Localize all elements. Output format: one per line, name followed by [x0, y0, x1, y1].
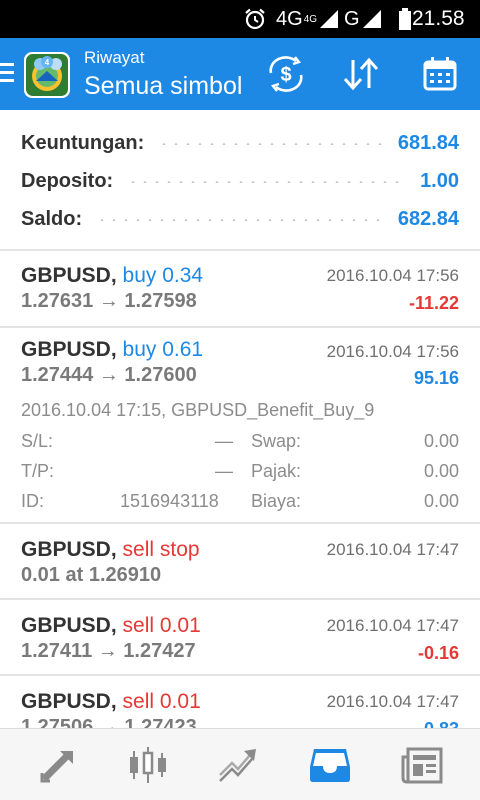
summary-value: 681.84 [397, 131, 459, 154]
trade-title: GBPUSD, sell 0.01 [21, 690, 201, 714]
trade-title: GBPUSD, sell stop [21, 538, 200, 562]
history-icon[interactable] [306, 741, 354, 789]
trade-symbol: GBPUSD, [21, 614, 117, 637]
fee-label: Biaya: [251, 491, 302, 511]
trade-symbol: GBPUSD, [21, 338, 117, 361]
order-row[interactable]: GBPUSD, sell stop 0.01 at 1.26910 2016.1… [0, 524, 480, 598]
trade-row-expanded[interactable]: GBPUSD, buy 0.61 1.27444 → 1.27600 2016.… [0, 328, 480, 522]
calendar-icon[interactable] [418, 54, 462, 94]
signal-icon [320, 10, 339, 28]
clock: 21.58 [412, 7, 465, 30]
trade-row[interactable]: GBPUSD, sell 0.01 1.27506 → 1.27423 2016… [0, 676, 480, 728]
trade-title: GBPUSD, buy 0.34 [21, 264, 203, 288]
trade-time: 2016.10.04 17:56 [326, 266, 459, 285]
status-bar: 4G 4G G 21.58 [0, 0, 480, 38]
dotted-leader [96, 219, 384, 221]
trade-action: sell 0.01 [122, 690, 201, 713]
svg-text:4: 4 [45, 58, 50, 67]
tp-value: — [215, 461, 233, 481]
summary-value: 1.00 [420, 169, 459, 192]
summary-label: Deposito: [21, 169, 114, 192]
trade-prices: 1.27444 → 1.27600 [21, 364, 197, 386]
quotes-icon[interactable] [34, 741, 82, 789]
summary-row-profit: Keuntungan: 681.84 [21, 125, 459, 161]
exchange-icon[interactable]: $ [264, 54, 308, 94]
trade-symbol: GBPUSD, [21, 538, 117, 561]
trade-action: sell 0.01 [122, 614, 201, 637]
trade-action: sell stop [122, 538, 200, 561]
title-block: Riwayat Semua simbol [84, 48, 242, 102]
dotted-leader [127, 181, 407, 183]
id-value: 1516943118 [120, 491, 219, 511]
svg-text:$: $ [280, 64, 291, 86]
trade-profit: 0.83 [424, 719, 459, 728]
trade-comment: 2016.10.04 17:15, GBPUSD_Benefit_Buy_9 [21, 400, 375, 420]
trade-prices: 1.27411 → 1.27427 [21, 640, 196, 662]
fee-value: 0.00 [423, 491, 459, 511]
trade-prices: 1.27506 → 1.27423 [21, 716, 197, 728]
battery-icon [398, 8, 411, 30]
trade-profit: -11.22 [408, 293, 459, 313]
trade-title: GBPUSD, sell 0.01 [21, 614, 201, 638]
trade-time: 2016.10.04 17:47 [326, 692, 459, 711]
app-logo-icon[interactable]: 4 [23, 51, 71, 99]
network2-label: G [344, 7, 360, 30]
network-sup: 4G [303, 13, 318, 25]
signal2-icon [362, 10, 381, 28]
trade-action: buy 0.61 [122, 338, 204, 361]
trade-prices: 0.01 at 1.26910 [21, 564, 162, 586]
sl-value: — [215, 431, 233, 451]
summary-row-balance: Saldo: 682.84 [21, 201, 459, 237]
app-bar: 4 Riwayat Semua simbol $ [0, 38, 480, 110]
trade-time: 2016.10.04 17:47 [326, 540, 459, 559]
tax-value: 0.00 [423, 461, 459, 481]
page-title: Riwayat [84, 48, 145, 67]
tax-label: Pajak: [251, 461, 302, 481]
dotted-leader [158, 143, 384, 145]
sl-label: S/L: [21, 431, 54, 451]
bottom-nav [0, 728, 480, 800]
trade-prices: 1.27631 → 1.27598 [21, 290, 197, 312]
alarm-icon [243, 0, 267, 38]
id-label: ID: [21, 491, 45, 511]
trade-icon[interactable] [214, 741, 262, 789]
swap-label: Swap: [251, 431, 302, 451]
trade-action: buy 0.34 [122, 264, 204, 287]
network-indicator: 4G 4G G [276, 0, 412, 38]
trade-profit: 95.16 [413, 368, 459, 388]
trade-symbol: GBPUSD, [21, 690, 117, 713]
trade-list[interactable]: GBPUSD, buy 0.34 1.27631 → 1.27598 2016.… [0, 250, 480, 728]
trade-time: 2016.10.04 17:56 [326, 342, 459, 361]
news-icon[interactable] [398, 741, 446, 789]
trade-title: GBPUSD, buy 0.61 [21, 338, 203, 362]
tp-label: T/P: [21, 461, 55, 481]
trade-profit: -0.16 [417, 643, 459, 663]
trade-row[interactable]: GBPUSD, sell 0.01 1.27411 → 1.27427 2016… [0, 600, 480, 674]
swap-value: 0.00 [423, 431, 459, 451]
page-subtitle[interactable]: Semua simbol [84, 70, 242, 102]
menu-icon[interactable] [0, 63, 16, 85]
account-summary: Keuntungan: 681.84 Deposito: 1.00 Saldo:… [0, 110, 480, 250]
summary-label: Keuntungan: [21, 131, 145, 154]
trade-symbol: GBPUSD, [21, 264, 117, 287]
chart-icon[interactable] [124, 741, 172, 789]
trade-time: 2016.10.04 17:47 [326, 616, 459, 635]
summary-label: Saldo: [21, 207, 83, 230]
summary-value: 682.84 [397, 207, 459, 230]
sort-icon[interactable] [339, 54, 383, 94]
trade-row[interactable]: GBPUSD, buy 0.34 1.27631 → 1.27598 2016.… [0, 250, 480, 326]
summary-row-deposit: Deposito: 1.00 [21, 163, 459, 199]
network-label: 4G [276, 7, 303, 30]
